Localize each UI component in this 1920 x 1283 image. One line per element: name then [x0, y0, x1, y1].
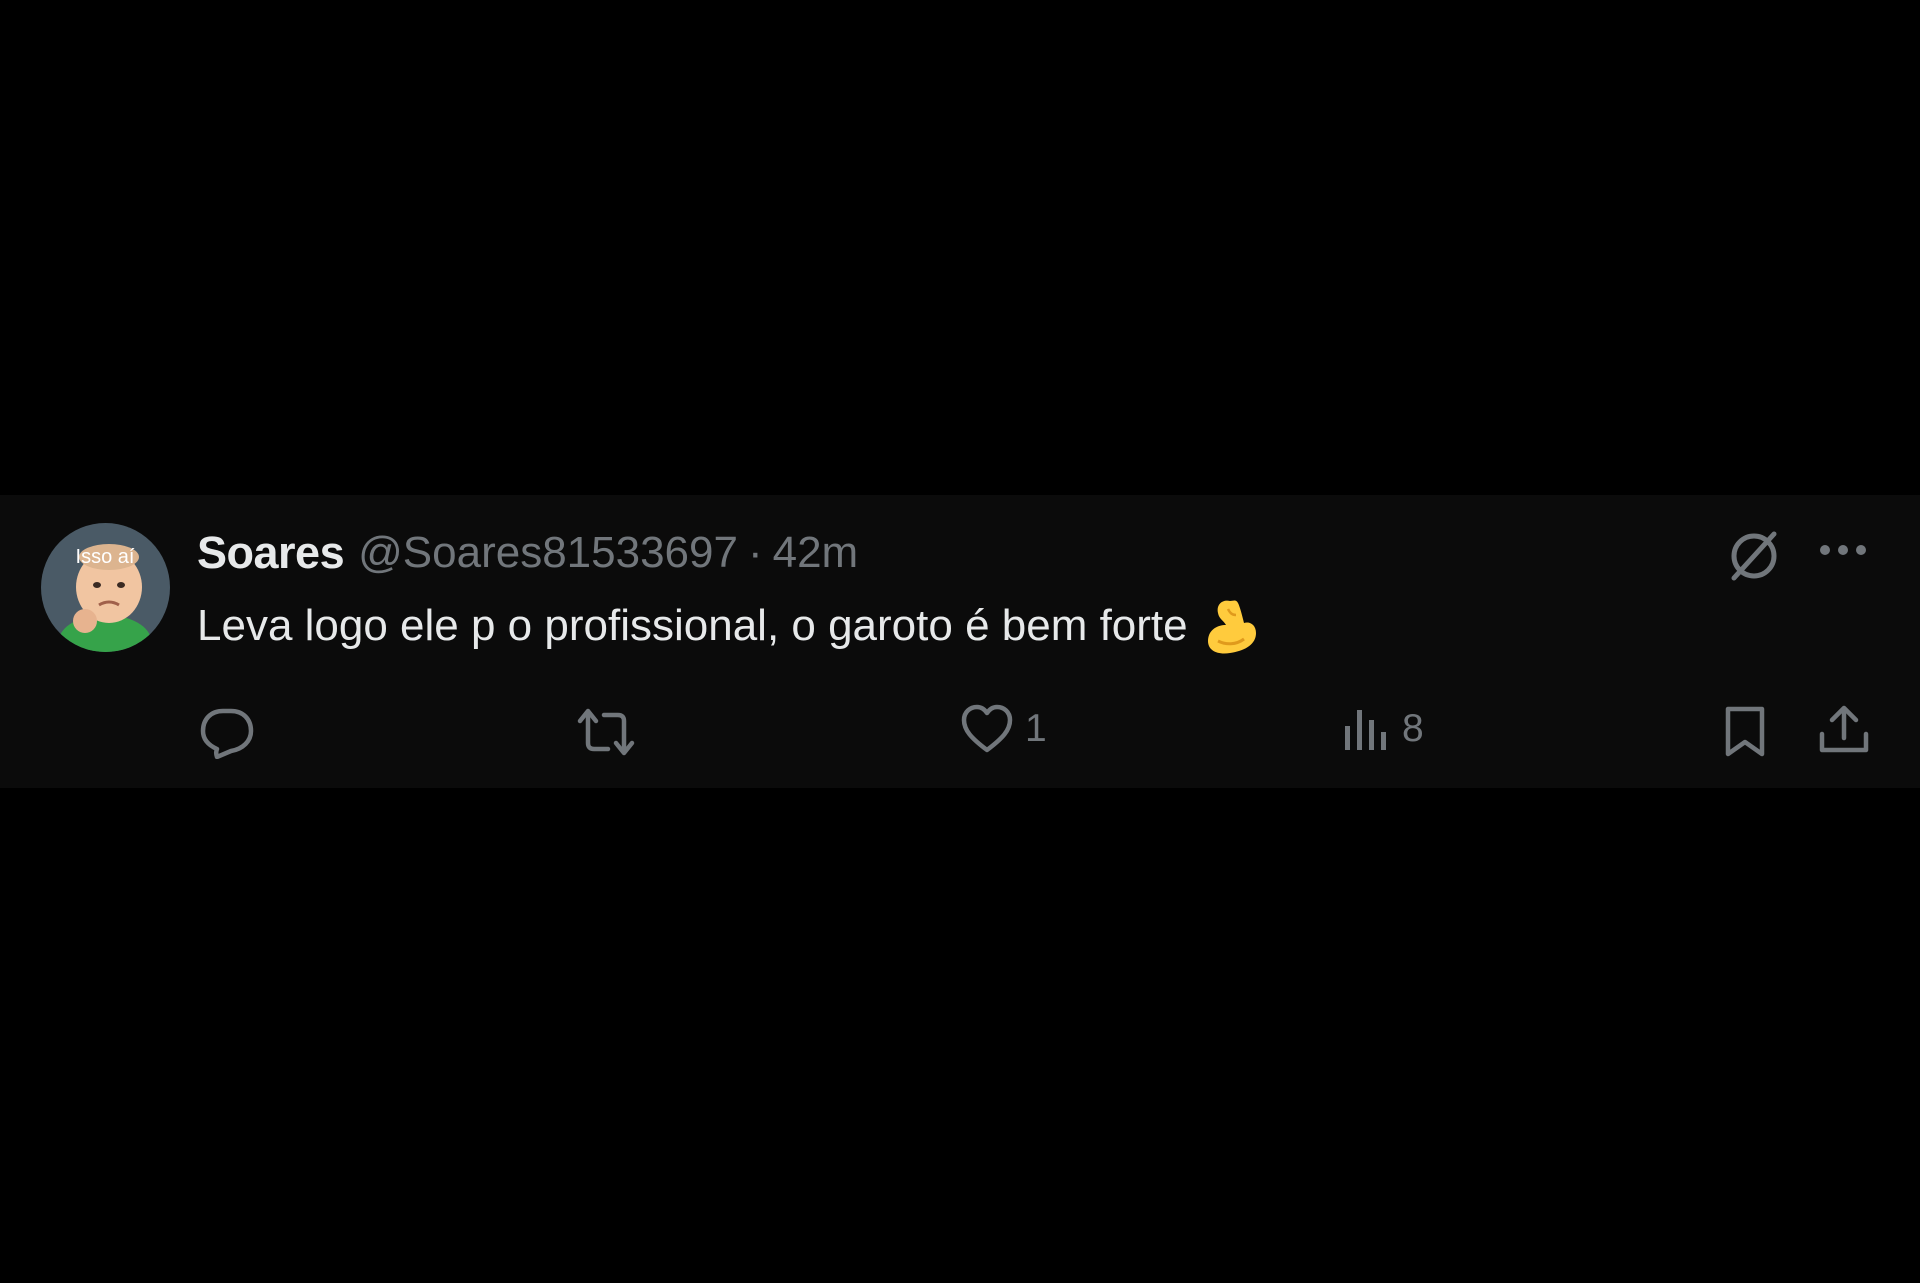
separator: ·	[747, 528, 763, 577]
like-count: 1	[1025, 707, 1047, 750]
page: Isso aí Soares @Soares81533697 · 42m Lev…	[0, 0, 1920, 1283]
user-handle[interactable]: @Soares81533697	[358, 528, 738, 578]
svg-text:Isso aí: Isso aí	[76, 546, 135, 568]
share-button[interactable]	[1818, 704, 1870, 756]
bookmark-icon	[1725, 706, 1765, 757]
like-button[interactable]: 1	[961, 704, 1047, 754]
flexed-biceps-icon	[1202, 595, 1262, 657]
tweet-card[interactable]: Isso aí Soares @Soares81533697 · 42m Lev…	[0, 495, 1920, 788]
heart-icon	[961, 704, 1013, 753]
reply-button[interactable]	[199, 707, 255, 759]
more-icon[interactable]	[1818, 539, 1868, 561]
avatar-image: Isso aí	[41, 523, 170, 652]
display-name[interactable]: Soares	[197, 527, 345, 579]
bookmark-button[interactable]	[1723, 704, 1767, 758]
reply-icon	[200, 708, 254, 759]
views-button[interactable]: 8	[1342, 704, 1424, 754]
retweet-button[interactable]	[576, 707, 636, 757]
share-icon	[1819, 705, 1869, 753]
retweet-icon	[577, 708, 635, 756]
tweet-header: Soares @Soares81533697 · 42m	[197, 525, 858, 581]
timestamp[interactable]: 42m	[773, 528, 859, 578]
tweet-text: Leva logo ele p o profissional, o garoto…	[197, 595, 1262, 657]
avatar[interactable]: Isso aí	[41, 523, 170, 652]
views-count: 8	[1402, 707, 1424, 750]
tweet-text-content: Leva logo ele p o profissional, o garoto…	[197, 601, 1188, 650]
grok-icon[interactable]	[1724, 526, 1784, 586]
views-icon	[1345, 710, 1386, 750]
